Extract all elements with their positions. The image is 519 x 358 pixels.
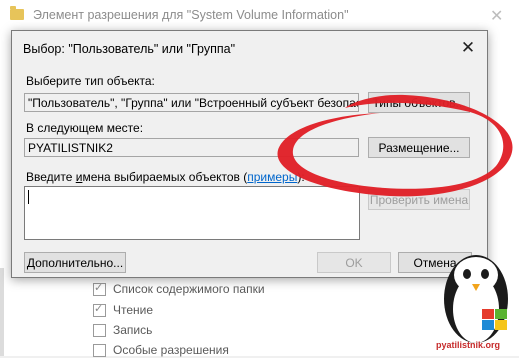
permission-checkbox[interactable] [93,343,106,357]
ok-button[interactable]: OK [317,252,391,273]
permission-label: Чтение [113,303,154,317]
logo-text: pyatilistnik.org [436,340,501,350]
names-label: Введите имена выбираемых объектов (приме… [26,170,305,184]
object-types-button[interactable]: Типы объектов... [368,92,470,113]
permission-row-read[interactable]: Чтение [93,302,153,318]
background-close-icon[interactable]: ✕ [490,6,503,26]
background-window-title: Элемент разрешения для "System Volume In… [33,8,349,22]
close-icon[interactable]: ✕ [455,36,481,60]
names-label-prefix: Введите [26,170,76,184]
dialog-title: Выбор: "Пользователь" или "Группа" [23,42,236,56]
permission-label: Запись [113,323,153,337]
check-names-button[interactable]: Проверить имена [368,189,470,210]
names-label-rest: мена выбираемых объектов ( [82,170,248,184]
location-label: В следующем месте: [26,121,144,135]
object-type-label: Выберите тип объекта: [26,74,155,88]
names-input[interactable] [24,186,360,240]
names-label-suffix: ): [297,170,305,184]
permission-row-write[interactable]: Запись [93,322,152,338]
object-type-field: "Пользователь", "Группа" или "Встроенный… [24,93,359,112]
permission-checkbox[interactable] [93,323,106,337]
location-field: PYATILISTNIK2 [24,138,359,157]
text-caret [28,190,29,204]
background-titlebar: Элемент разрешения для "System Volume In… [0,0,519,30]
folder-icon [10,6,24,20]
permission-row-list[interactable]: Список содержимого папки [93,281,265,297]
select-user-dialog: Выбор: "Пользователь" или "Группа" ✕ Выб… [11,30,488,278]
permission-checkbox[interactable] [93,302,106,317]
permission-checkbox[interactable] [93,281,106,296]
permission-label: Список содержимого папки [113,282,265,296]
location-button[interactable]: Размещение... [368,137,470,158]
examples-link[interactable]: примеры [247,170,297,184]
permission-label: Особые разрешения [113,343,229,357]
advanced-button[interactable]: Дополнительно... [24,252,126,273]
background-left-edge [0,268,4,356]
